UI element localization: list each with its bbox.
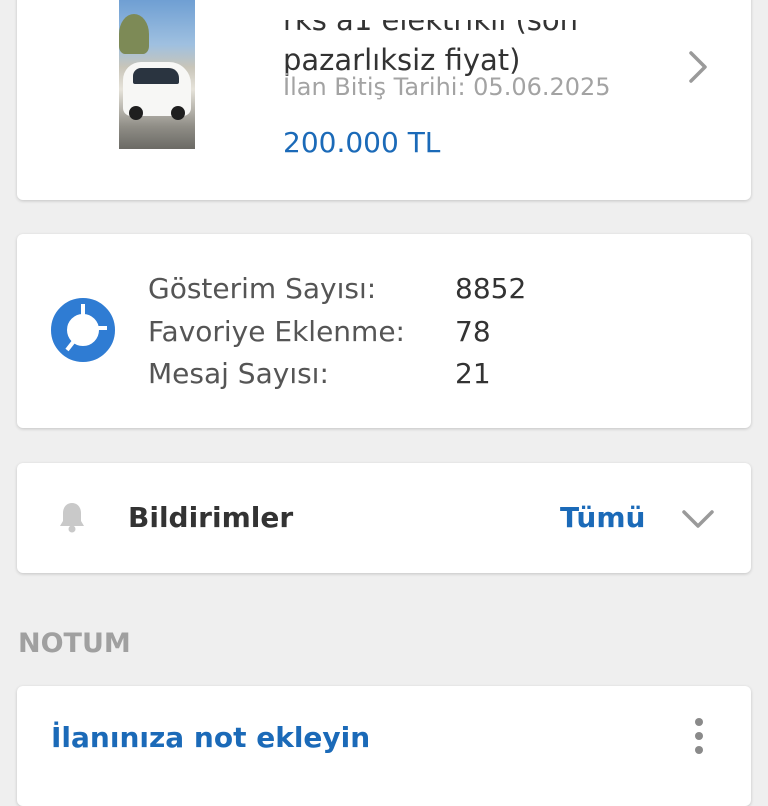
kebab-dot <box>695 746 703 754</box>
thumbnail-tree <box>119 14 149 54</box>
kebab-dot <box>695 718 703 726</box>
kebab-dot <box>695 732 703 740</box>
listing-price: 200.000 TL <box>283 126 441 159</box>
stat-label-views: Gösterim Sayısı: <box>148 272 377 305</box>
chevron-right-icon[interactable] <box>677 47 717 87</box>
stat-label-favorites: Favoriye Eklenme: <box>148 315 405 348</box>
listing-title[interactable]: rks a1 elektrikli (son pazarlıksiz fiyat) <box>283 0 683 120</box>
listing-title-clip: rks a1 elektrikli (son <box>283 20 683 40</box>
thumbnail-wheel <box>129 106 143 120</box>
add-note-link[interactable]: İlanınıza not ekleyin <box>51 721 370 754</box>
thumbnail-windshield <box>133 68 179 84</box>
notifications-title: Bildirimler <box>128 501 294 534</box>
notifications-card[interactable]: Bildirimler Tümü <box>17 463 751 573</box>
thumbnail-wheel <box>171 106 185 120</box>
more-options-icon[interactable] <box>689 716 709 756</box>
stats-card: Gösterim Sayısı: 8852 Favoriye Eklenme: … <box>17 234 751 428</box>
pie-chart-icon <box>51 298 115 362</box>
listing-expiry-date: İlan Bitiş Tarihi: 05.06.2025 <box>283 73 611 101</box>
note-card[interactable]: İlanınıza not ekleyin <box>17 686 751 806</box>
listing-card[interactable]: rks a1 elektrikli (son pazarlıksiz fiyat)… <box>17 0 751 200</box>
stat-label-messages: Mesaj Sayısı: <box>148 357 329 390</box>
chevron-down-icon[interactable] <box>680 501 716 537</box>
stat-value-favorites: 78 <box>455 315 491 348</box>
note-section-title: NOTUM <box>18 628 131 659</box>
notifications-filter-all[interactable]: Tümü <box>560 501 645 534</box>
listing-title-line1: rks a1 elektrikli (son <box>283 20 579 37</box>
stat-value-messages: 21 <box>455 357 491 390</box>
stat-value-views: 8852 <box>455 272 527 305</box>
bell-icon <box>60 503 84 533</box>
listing-thumbnail[interactable] <box>119 0 195 149</box>
